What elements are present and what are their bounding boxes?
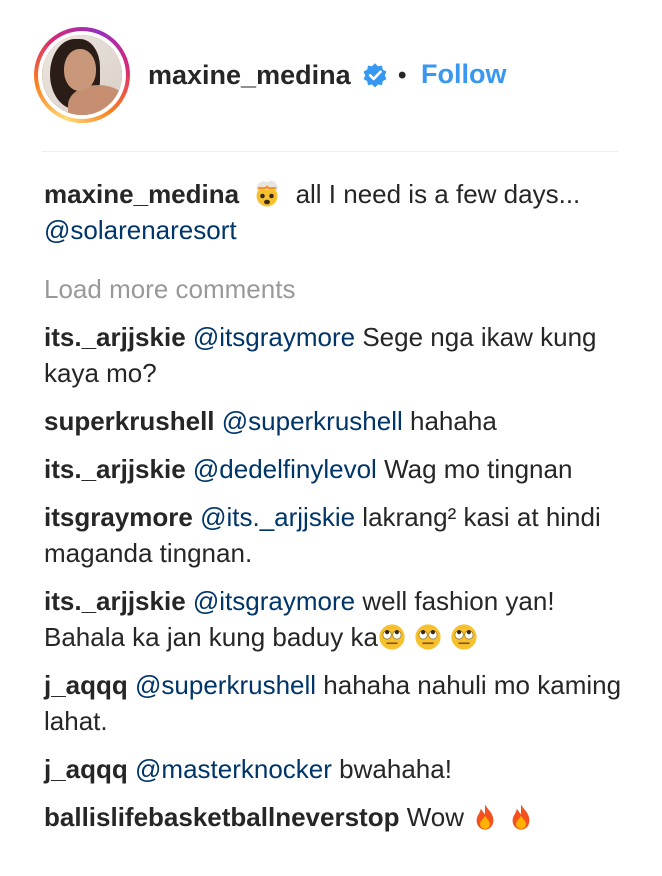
caption-username[interactable]: maxine_medina [44, 179, 239, 209]
face-with-rolling-eyes-emoji-icon [415, 624, 441, 650]
story-ring[interactable] [34, 27, 130, 123]
comment-item: its._arjjskie @dedelfinylevol Wag mo tin… [44, 451, 624, 487]
comment-item: j_aqqq @superkrushell hahaha nahuli mo k… [44, 667, 624, 739]
face-with-rolling-eyes-emoji-icon [379, 624, 405, 650]
comment-username[interactable]: j_aqqq [44, 754, 128, 784]
separator-dot: • [398, 62, 407, 89]
comment-item: itsgraymore @its._arjjskie lakrang² kasi… [44, 499, 624, 571]
comment-mention[interactable]: @superkrushell [135, 670, 316, 700]
fire-emoji-icon [512, 804, 530, 830]
comment-text: Wow [406, 802, 465, 832]
comment-username[interactable]: its._arjjskie [44, 454, 186, 484]
comment-item: ballislifebasketballneverstop Wow [44, 799, 624, 835]
comment-username[interactable]: j_aqqq [44, 670, 128, 700]
face-with-rolling-eyes-emoji-icon [451, 624, 477, 650]
comments-section: maxine_medina all I need is a few days..… [44, 176, 624, 835]
post-header: maxine_medina • Follow [0, 0, 662, 152]
comment-text: Wag mo tingnan [384, 454, 573, 484]
avatar[interactable] [42, 35, 122, 115]
caption-text: all I need is a few days... [295, 179, 581, 209]
divider [42, 151, 618, 152]
fire-emoji-icon [476, 804, 494, 830]
comment-item: j_aqqq @masterknocker bwahaha! [44, 751, 624, 787]
exploding-head-emoji-icon [256, 180, 279, 207]
comment-mention[interactable]: @dedelfinylevol [193, 454, 377, 484]
comment-item: its._arjjskie @itsgraymore well fashion … [44, 583, 624, 655]
comment-mention[interactable]: @itsgraymore [193, 322, 355, 352]
comment-item: its._arjjskie @itsgraymore Sege nga ikaw… [44, 319, 624, 391]
caption-mention[interactable]: @solarenaresort [44, 215, 237, 245]
comment-text: hahaha [410, 406, 497, 436]
comment-username[interactable]: its._arjjskie [44, 586, 186, 616]
verified-badge-icon [363, 63, 387, 88]
comment-username[interactable]: its._arjjskie [44, 322, 186, 352]
load-more-comments[interactable]: Load more comments [44, 274, 624, 305]
comment-text: bwahaha! [339, 754, 452, 784]
header-username[interactable]: maxine_medina [148, 60, 351, 91]
caption: maxine_medina all I need is a few days..… [44, 176, 624, 248]
follow-button[interactable]: Follow [421, 59, 506, 90]
comment-text: hahaha nahuli mo kaming lahat. [44, 670, 622, 736]
comment-mention[interactable]: @its._arjjskie [200, 502, 355, 532]
comment-mention[interactable]: @masterknocker [135, 754, 332, 784]
comment-item: superkrushell @superkrushell hahaha [44, 403, 624, 439]
comment-username[interactable]: ballislifebasketballneverstop [44, 802, 399, 832]
comment-mention[interactable]: @superkrushell [222, 406, 403, 436]
comment-username[interactable]: itsgraymore [44, 502, 193, 532]
comment-list: its._arjjskie @itsgraymore Sege nga ikaw… [44, 319, 624, 835]
comment-mention[interactable]: @itsgraymore [193, 586, 355, 616]
comment-username[interactable]: superkrushell [44, 406, 215, 436]
